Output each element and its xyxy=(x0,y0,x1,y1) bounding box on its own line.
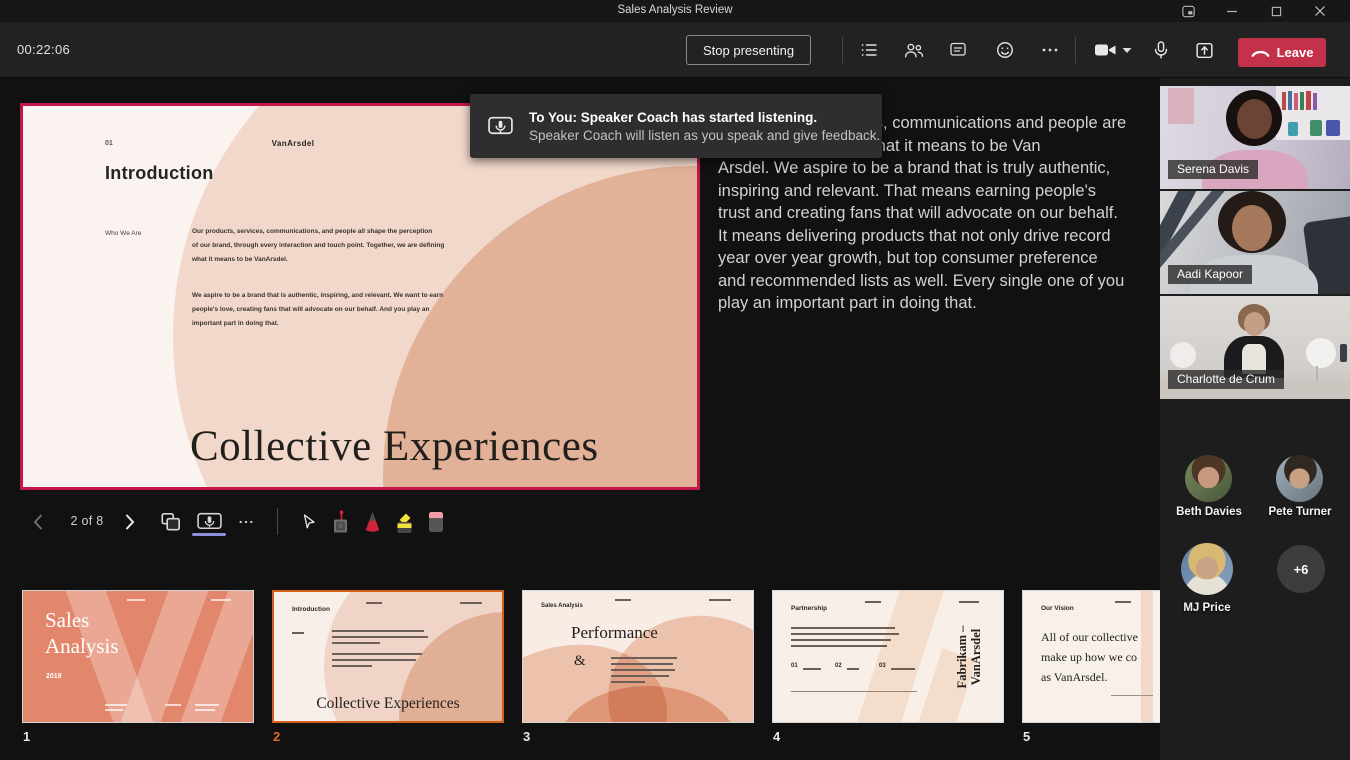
thumb4-marker-3: 03 xyxy=(879,663,886,669)
thumb4-marker-2: 02 xyxy=(835,663,842,669)
camera-dropdown-icon[interactable] xyxy=(1120,39,1134,61)
thumb2-title: Collective Experiences xyxy=(316,695,459,713)
slide-heading: Introduction xyxy=(105,163,214,184)
cursor-pointer-tool[interactable] xyxy=(299,505,319,539)
pip-icon[interactable] xyxy=(1166,0,1210,22)
thumbnail-1-number: 1 xyxy=(23,729,30,744)
slide-side-label: Who We Are xyxy=(105,230,141,237)
presentation-stage: 01 VanArsdel Introduction Who We Are Our… xyxy=(0,78,1160,760)
avatar-name-label: Pete Turner xyxy=(1250,506,1350,518)
thumb4-marker-1: 01 xyxy=(791,663,798,669)
previous-slide-button[interactable] xyxy=(30,505,46,539)
thumbnail-2-number: 2 xyxy=(273,729,280,744)
slide-paragraph-2: We aspire to be a brand that is authenti… xyxy=(192,289,443,332)
teams-meeting-window: Sales Analysis Review 00:22:06 Stop pres… xyxy=(0,0,1350,760)
avatar-name-label: MJ Price xyxy=(1157,602,1257,614)
thumb5-text: All of our collective make up how we co … xyxy=(1041,627,1138,687)
thumb4-vertical-title: Fabrikam – VanArsdel xyxy=(955,597,983,717)
thumbnail-5-number: 5 xyxy=(1023,729,1030,744)
pen-tool[interactable] xyxy=(361,505,383,539)
reactions-icon[interactable] xyxy=(994,39,1016,61)
video-name-label: Aadi Kapoor xyxy=(1168,265,1252,284)
close-icon[interactable] xyxy=(1298,0,1342,22)
mic-icon[interactable] xyxy=(1150,39,1172,61)
camera-icon[interactable] xyxy=(1091,39,1121,61)
leave-label: Leave xyxy=(1277,45,1314,60)
thumbnail-slide-3[interactable]: Sales Analysis Performance & xyxy=(522,590,754,723)
meeting-notes-icon[interactable] xyxy=(858,39,880,61)
current-slide-preview[interactable]: 01 VanArsdel Introduction Who We Are Our… xyxy=(20,103,700,490)
thumb3-ampersand: & xyxy=(574,653,586,670)
thumb3-title: Performance xyxy=(571,623,658,643)
video-tile-aadi-kapoor[interactable]: Aadi Kapoor xyxy=(1160,191,1350,294)
avatar-pete-turner[interactable] xyxy=(1276,455,1323,502)
thumbnail-slide-4[interactable]: Partnership 01 02 03 Fabrikam – VanArsde… xyxy=(772,590,1004,723)
thumb2-heading: Introduction xyxy=(292,606,330,613)
window-titlebar: Sales Analysis Review xyxy=(0,0,1350,22)
more-tools-icon[interactable] xyxy=(234,505,258,539)
meeting-timer: 00:22:06 xyxy=(17,42,70,57)
thumbnail-slide-1[interactable]: Sales Analysis 2019 xyxy=(22,590,254,723)
thumbnail-4-number: 4 xyxy=(773,729,780,744)
toast-title: To You: Speaker Coach has started listen… xyxy=(529,110,880,125)
slide-title: Collective Experiences xyxy=(190,422,599,471)
thumbnail-3-number: 3 xyxy=(523,729,530,744)
thumb1-year: 2019 xyxy=(46,673,62,680)
meeting-toolbar: 00:22:06 Stop presenting xyxy=(0,22,1350,78)
avatar-beth-davies[interactable] xyxy=(1185,455,1232,502)
window-title: Sales Analysis Review xyxy=(0,4,1350,16)
overflow-participants-chip[interactable]: +6 xyxy=(1277,545,1325,593)
thumb4-heading: Partnership xyxy=(791,605,827,612)
slide-paragraph-1: Our products, services, communications, … xyxy=(192,225,444,268)
leave-button[interactable]: Leave xyxy=(1238,38,1326,67)
eraser-tool[interactable] xyxy=(426,505,446,539)
video-tile-serena-davis[interactable]: Serena Davis xyxy=(1160,86,1350,189)
highlighter-tool[interactable] xyxy=(392,505,416,539)
toolbar-divider xyxy=(842,37,843,63)
slide-grid-icon[interactable] xyxy=(156,505,186,539)
speaker-coach-toast: To You: Speaker Coach has started listen… xyxy=(470,94,882,158)
participants-panel: Serena Davis Aadi Kapoor Charlotte de xyxy=(1160,78,1350,760)
minimize-icon[interactable] xyxy=(1210,0,1254,22)
participants-icon[interactable] xyxy=(902,39,924,61)
video-tile-charlotte-de-crum[interactable]: Charlotte de Crum xyxy=(1160,296,1350,399)
slide-brand-logo: VanArsdel xyxy=(272,139,315,148)
chat-icon[interactable] xyxy=(947,39,969,61)
video-name-label: Charlotte de Crum xyxy=(1168,370,1284,389)
speaker-coach-icon xyxy=(487,115,514,138)
maximize-icon[interactable] xyxy=(1254,0,1298,22)
more-options-icon[interactable] xyxy=(1039,39,1061,61)
thumb1-title: Sales Analysis xyxy=(45,607,119,659)
laser-pointer-tool[interactable] xyxy=(329,505,351,539)
toolbar-divider xyxy=(1075,37,1076,63)
thumb3-header: Sales Analysis xyxy=(541,603,583,609)
slide-position-label: 2 of 8 xyxy=(58,514,116,528)
hangup-icon xyxy=(1251,48,1270,58)
video-name-label: Serena Davis xyxy=(1168,160,1258,179)
avatar-mj-price[interactable] xyxy=(1181,543,1233,595)
thumbnail-slide-2-selected[interactable]: Introduction Collective Experiences xyxy=(272,590,504,723)
share-screen-icon[interactable] xyxy=(1193,39,1215,61)
slide-page-number: 01 xyxy=(105,140,113,147)
controls-divider xyxy=(277,508,278,535)
thumb5-heading: Our Vision xyxy=(1041,605,1074,612)
avatar-name-label: Beth Davies xyxy=(1159,506,1259,518)
speaker-coach-active-indicator xyxy=(192,533,226,536)
next-slide-button[interactable] xyxy=(122,505,138,539)
stop-presenting-button[interactable]: Stop presenting xyxy=(686,35,811,65)
toast-subtitle: Speaker Coach will listen as you speak a… xyxy=(529,128,880,143)
window-controls xyxy=(1166,0,1342,22)
